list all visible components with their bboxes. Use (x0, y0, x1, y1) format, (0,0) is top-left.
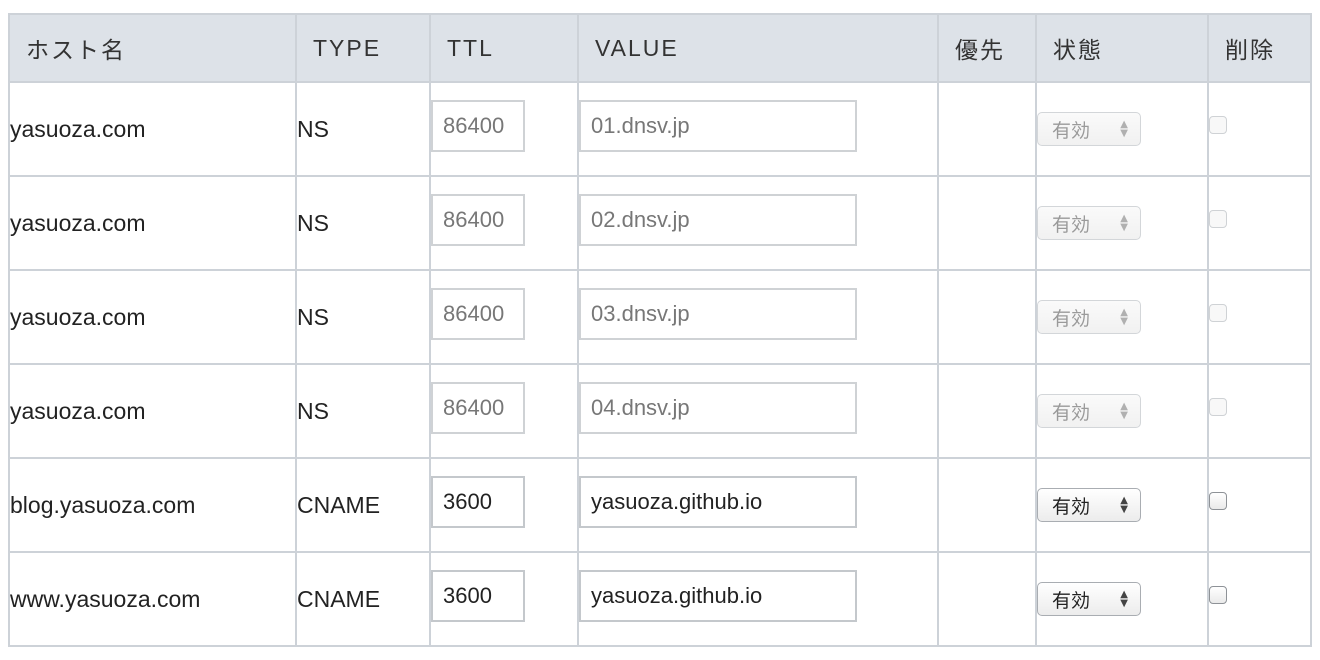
priority-cell (937, 269, 1037, 365)
host-cell: yasuoza.com (8, 175, 297, 271)
value-input: 01.dnsv.jp (579, 100, 857, 152)
type-cell: CNAME (295, 551, 431, 647)
status-select: 有効 ▲ ▼ (1037, 206, 1141, 240)
ttl-input: 86400 (431, 288, 525, 340)
status-select-value: 有効 (1052, 495, 1091, 518)
status-select[interactable]: 有効 ▲ ▼ (1037, 582, 1141, 616)
priority-cell (937, 175, 1037, 271)
up-down-arrows-icon: ▲ ▼ (1120, 495, 1128, 515)
value-input: 03.dnsv.jp (579, 288, 857, 340)
value-input: 02.dnsv.jp (579, 194, 857, 246)
ttl-cell: 86400 (429, 81, 579, 177)
up-down-arrows-icon: ▲ ▼ (1120, 589, 1128, 609)
delete-cell (1207, 363, 1312, 459)
dns-records-panel: ホスト名 TYPE TTL VALUE 優先 状態 削除 yasuoza.com… (8, 13, 1312, 647)
status-cell: 有効 ▲ ▼ (1035, 269, 1209, 365)
host-cell: blog.yasuoza.com (8, 457, 297, 553)
ttl-input: 86400 (431, 194, 525, 246)
value-cell: yasuoza.github.io (577, 457, 939, 553)
host-cell: yasuoza.com (8, 363, 297, 459)
dns-records-table: ホスト名 TYPE TTL VALUE 優先 状態 削除 yasuoza.com… (8, 13, 1312, 647)
delete-checkbox[interactable] (1209, 586, 1227, 604)
status-cell: 有効 ▲ ▼ (1035, 457, 1209, 553)
ttl-input: 86400 (431, 382, 525, 434)
table-row: yasuoza.com NS 86400 02.dnsv.jp 有効 ▲ ▼ (8, 175, 1312, 271)
priority-cell (937, 363, 1037, 459)
status-select-value: 有効 (1052, 307, 1091, 330)
status-cell: 有効 ▲ ▼ (1035, 363, 1209, 459)
status-select: 有効 ▲ ▼ (1037, 112, 1141, 146)
value-input[interactable]: yasuoza.github.io (579, 570, 857, 622)
priority-cell (937, 457, 1037, 553)
value-cell: 03.dnsv.jp (577, 269, 939, 365)
delete-cell (1207, 457, 1312, 553)
header-value: VALUE (577, 13, 939, 83)
type-cell: NS (295, 175, 431, 271)
up-down-arrows-icon: ▲ ▼ (1120, 401, 1128, 421)
ttl-cell: 86400 (429, 363, 579, 459)
delete-checkbox (1209, 116, 1227, 134)
delete-cell (1207, 81, 1312, 177)
table-row: yasuoza.com NS 86400 04.dnsv.jp 有効 ▲ ▼ (8, 363, 1312, 459)
table-header-row: ホスト名 TYPE TTL VALUE 優先 状態 削除 (8, 13, 1312, 83)
table-row: blog.yasuoza.com CNAME 3600 yasuoza.gith… (8, 457, 1312, 553)
host-cell: yasuoza.com (8, 81, 297, 177)
header-host: ホスト名 (8, 13, 297, 83)
value-cell: 04.dnsv.jp (577, 363, 939, 459)
up-down-arrows-icon: ▲ ▼ (1120, 119, 1128, 139)
status-select-value: 有効 (1052, 401, 1091, 424)
up-down-arrows-icon: ▲ ▼ (1120, 213, 1128, 233)
ttl-input: 86400 (431, 100, 525, 152)
status-cell: 有効 ▲ ▼ (1035, 81, 1209, 177)
header-ttl: TTL (429, 13, 579, 83)
header-delete: 削除 (1207, 13, 1312, 83)
type-cell: NS (295, 363, 431, 459)
status-select-value: 有効 (1052, 213, 1091, 236)
delete-cell (1207, 551, 1312, 647)
status-cell: 有効 ▲ ▼ (1035, 175, 1209, 271)
ttl-input[interactable]: 3600 (431, 570, 525, 622)
status-select: 有効 ▲ ▼ (1037, 394, 1141, 428)
header-status: 状態 (1035, 13, 1209, 83)
delete-cell (1207, 175, 1312, 271)
value-input: 04.dnsv.jp (579, 382, 857, 434)
ttl-cell: 3600 (429, 551, 579, 647)
ttl-cell: 3600 (429, 457, 579, 553)
delete-checkbox (1209, 210, 1227, 228)
delete-checkbox[interactable] (1209, 492, 1227, 510)
delete-checkbox (1209, 304, 1227, 322)
ttl-cell: 86400 (429, 269, 579, 365)
table-row: www.yasuoza.com CNAME 3600 yasuoza.githu… (8, 551, 1312, 647)
status-select-value: 有効 (1052, 589, 1091, 612)
up-down-arrows-icon: ▲ ▼ (1120, 307, 1128, 327)
priority-cell (937, 551, 1037, 647)
delete-checkbox (1209, 398, 1227, 416)
priority-cell (937, 81, 1037, 177)
value-input[interactable]: yasuoza.github.io (579, 476, 857, 528)
type-cell: CNAME (295, 457, 431, 553)
status-select[interactable]: 有効 ▲ ▼ (1037, 488, 1141, 522)
delete-cell (1207, 269, 1312, 365)
table-row: yasuoza.com NS 86400 01.dnsv.jp 有効 ▲ ▼ (8, 81, 1312, 177)
type-cell: NS (295, 269, 431, 365)
table-row: yasuoza.com NS 86400 03.dnsv.jp 有効 ▲ ▼ (8, 269, 1312, 365)
header-type: TYPE (295, 13, 431, 83)
status-select-value: 有効 (1052, 119, 1091, 142)
ttl-input[interactable]: 3600 (431, 476, 525, 528)
header-priority: 優先 (937, 13, 1037, 83)
value-cell: yasuoza.github.io (577, 551, 939, 647)
ttl-cell: 86400 (429, 175, 579, 271)
type-cell: NS (295, 81, 431, 177)
value-cell: 01.dnsv.jp (577, 81, 939, 177)
host-cell: yasuoza.com (8, 269, 297, 365)
status-cell: 有効 ▲ ▼ (1035, 551, 1209, 647)
host-cell: www.yasuoza.com (8, 551, 297, 647)
value-cell: 02.dnsv.jp (577, 175, 939, 271)
status-select: 有効 ▲ ▼ (1037, 300, 1141, 334)
